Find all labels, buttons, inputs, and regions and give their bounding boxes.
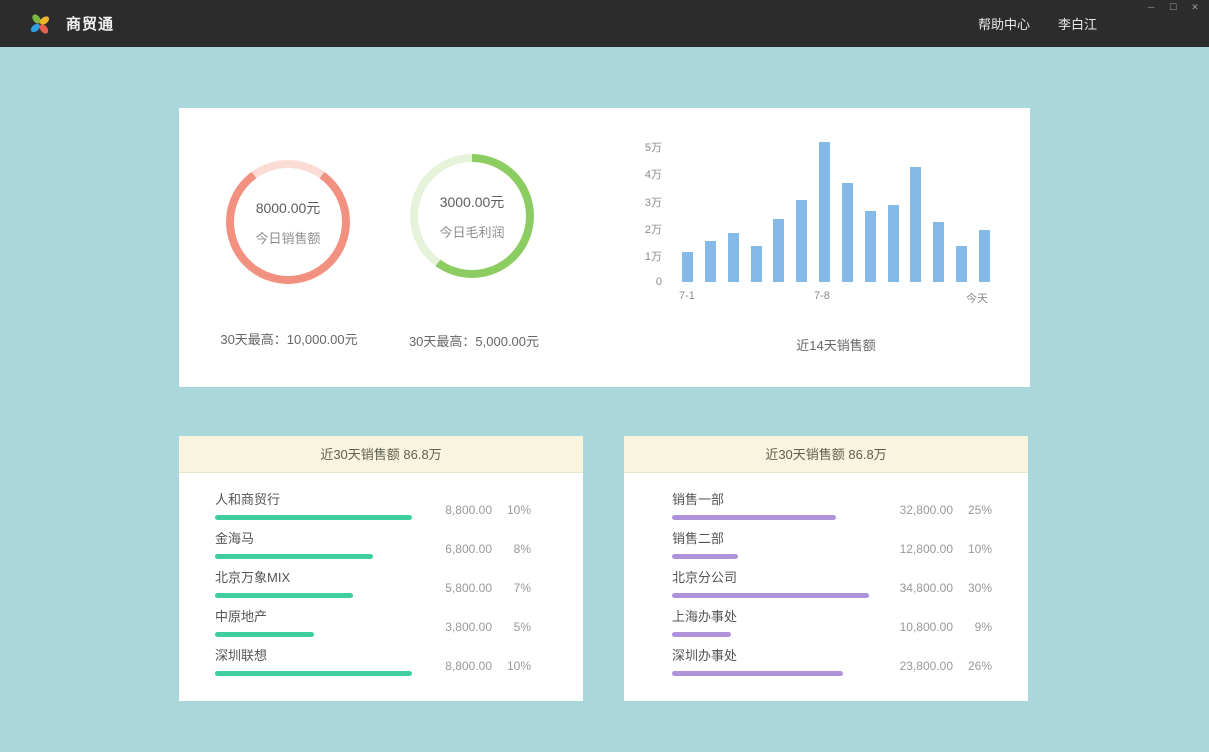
percent: 7% bbox=[505, 581, 531, 595]
chart-bar bbox=[682, 252, 693, 282]
progress-bar bbox=[215, 593, 353, 598]
department-sales-panel: 近30天销售额 86.8万 销售一部 32,800.0025% 销售二部 12,… bbox=[624, 436, 1028, 701]
titlebar: 商贸通 帮助中心 李白江 ─ ☐ ✕ bbox=[0, 0, 1209, 47]
panel-title: 近30天销售额 86.8万 bbox=[179, 436, 583, 473]
y-axis-tick: 1万 bbox=[634, 248, 662, 264]
help-center-link[interactable]: 帮助中心 bbox=[978, 14, 1030, 33]
chart-bar bbox=[910, 167, 921, 282]
chart-bar bbox=[979, 230, 990, 282]
list-item: 深圳办事处 23,800.0026% bbox=[672, 643, 992, 682]
today-profit-ring-chart: 3000.00元 今日毛利润 bbox=[410, 154, 534, 278]
today-profit-max: 30天最高：5,000.00元 bbox=[378, 331, 570, 350]
chart-bar bbox=[888, 205, 899, 282]
bar-chart-title: 近14天销售额 bbox=[682, 335, 990, 354]
progress-bar bbox=[215, 671, 412, 676]
amount: 8,800.00 bbox=[445, 659, 492, 673]
progress-bar bbox=[672, 671, 843, 676]
chart-bar bbox=[933, 222, 944, 282]
customer-sales-panel: 近30天销售额 86.8万 人和商贸行 8,800.0010% 金海马 6,80… bbox=[179, 436, 583, 701]
amount: 12,800.00 bbox=[900, 542, 953, 556]
amount: 10,800.00 bbox=[900, 620, 953, 634]
amount: 3,800.00 bbox=[445, 620, 492, 634]
percent: 8% bbox=[505, 542, 531, 556]
percent: 9% bbox=[966, 620, 992, 634]
list-item: 人和商贸行 8,800.0010% bbox=[215, 487, 531, 526]
y-axis-tick: 5万 bbox=[634, 139, 662, 155]
ring-center: 8000.00元 今日销售额 bbox=[234, 168, 342, 276]
amount: 23,800.00 bbox=[900, 659, 953, 673]
y-axis-tick: 4万 bbox=[634, 166, 662, 182]
percent: 25% bbox=[966, 503, 992, 517]
chart-bar bbox=[865, 211, 876, 282]
today-profit-label: 今日毛利润 bbox=[439, 222, 504, 241]
chart-bar bbox=[751, 246, 762, 282]
y-axis-tick: 3万 bbox=[634, 194, 662, 210]
chart-bar bbox=[705, 241, 716, 282]
x-axis-label: 7-1 bbox=[679, 290, 695, 302]
today-sales-label: 今日销售额 bbox=[255, 228, 320, 247]
today-sales-max: 30天最高：10,000.00元 bbox=[193, 329, 385, 348]
chart-bar bbox=[842, 183, 853, 282]
today-sales-ring-chart: 8000.00元 今日销售额 bbox=[226, 160, 350, 284]
list-item: 金海马 6,800.008% bbox=[215, 526, 531, 565]
amount: 5,800.00 bbox=[445, 581, 492, 595]
window-controls: ─ ☐ ✕ bbox=[1145, 3, 1201, 12]
app-logo-icon bbox=[28, 12, 52, 36]
sales-summary-card: 8000.00元 今日销售额 30天最高：10,000.00元 3000.00元… bbox=[179, 108, 1030, 387]
amount: 32,800.00 bbox=[900, 503, 953, 517]
list-item: 中原地产 3,800.005% bbox=[215, 604, 531, 643]
progress-bar bbox=[672, 632, 731, 637]
today-sales-value: 8000.00元 bbox=[256, 198, 321, 218]
percent: 26% bbox=[966, 659, 992, 673]
chart-bar bbox=[956, 246, 967, 282]
list-item: 深圳联想 8,800.0010% bbox=[215, 643, 531, 682]
percent: 30% bbox=[966, 581, 992, 595]
progress-bar bbox=[672, 554, 738, 559]
progress-bar bbox=[215, 554, 373, 559]
percent: 5% bbox=[505, 620, 531, 634]
percent: 10% bbox=[505, 503, 531, 517]
user-menu[interactable]: 李白江 bbox=[1058, 14, 1097, 33]
list-item: 销售二部 12,800.0010% bbox=[672, 526, 992, 565]
list-item: 北京万象MIX 5,800.007% bbox=[215, 565, 531, 604]
panel-title: 近30天销售额 86.8万 bbox=[624, 436, 1028, 473]
ring-center: 3000.00元 今日毛利润 bbox=[418, 162, 526, 270]
amount: 8,800.00 bbox=[445, 503, 492, 517]
app-title: 商贸通 bbox=[66, 13, 114, 34]
progress-bar bbox=[215, 632, 314, 637]
list-item: 销售一部 32,800.0025% bbox=[672, 487, 992, 526]
progress-bar bbox=[672, 593, 869, 598]
amount: 34,800.00 bbox=[900, 581, 953, 595]
today-profit-value: 3000.00元 bbox=[440, 192, 505, 212]
percent: 10% bbox=[505, 659, 531, 673]
titlebar-menu: 帮助中心 李白江 bbox=[978, 14, 1209, 33]
chart-bar bbox=[819, 142, 830, 282]
chart-bar bbox=[773, 219, 784, 282]
list-item: 上海办事处 10,800.009% bbox=[672, 604, 992, 643]
bar-chart-bars bbox=[682, 142, 990, 282]
x-axis-label: 7-8 bbox=[814, 290, 830, 302]
minimize-icon[interactable]: ─ bbox=[1145, 3, 1157, 12]
progress-bar bbox=[672, 515, 836, 520]
list-item: 北京分公司 34,800.0030% bbox=[672, 565, 992, 604]
progress-bar bbox=[215, 515, 412, 520]
y-axis-tick: 0 bbox=[634, 276, 662, 288]
chart-bar bbox=[796, 200, 807, 282]
maximize-icon[interactable]: ☐ bbox=[1167, 3, 1179, 12]
percent: 10% bbox=[966, 542, 992, 556]
chart-bar bbox=[728, 233, 739, 282]
x-axis-label: 今天 bbox=[966, 290, 988, 306]
sales-14day-bar-chart: 5万 4万 3万 2万 1万 0 7-1 7-8 今天 近14天销售额 bbox=[634, 138, 1014, 373]
y-axis-tick: 2万 bbox=[634, 221, 662, 237]
amount: 6,800.00 bbox=[445, 542, 492, 556]
close-icon[interactable]: ✕ bbox=[1189, 3, 1201, 12]
